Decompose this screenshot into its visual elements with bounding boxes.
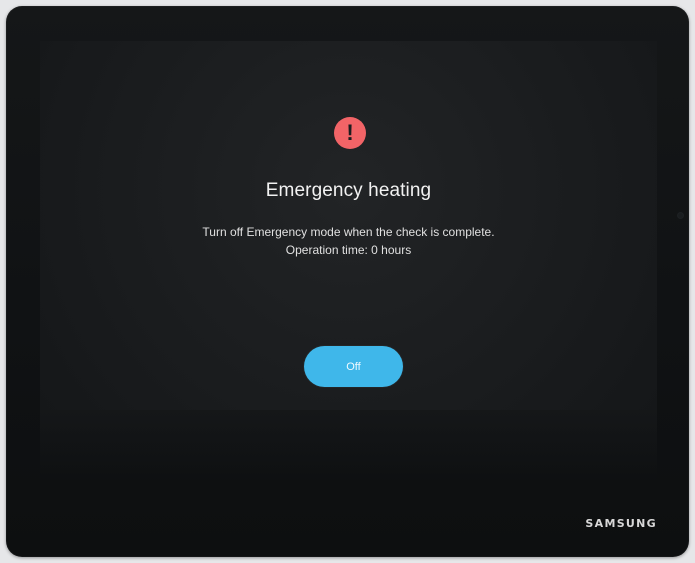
side-sensor	[677, 212, 684, 219]
dialog-title: Emergency heating	[265, 180, 432, 201]
exclamation-mark: !	[346, 120, 354, 145]
display-screen: ! Emergency heating Turn off Emergency m…	[40, 41, 657, 410]
exclamation-icon: !	[334, 117, 366, 149]
screen-lower-shade	[40, 410, 657, 480]
dialog-message-line-1: Turn off Emergency mode when the check i…	[202, 225, 495, 239]
device-frame: ! Emergency heating Turn off Emergency m…	[6, 6, 689, 557]
dialog-message-line-2: Operation time: 0 hours	[285, 243, 412, 257]
brand-logo: SAMSUNG	[585, 517, 657, 530]
dialog-message: Turn off Emergency mode when the check i…	[40, 223, 657, 259]
off-button[interactable]: Off	[304, 346, 403, 387]
